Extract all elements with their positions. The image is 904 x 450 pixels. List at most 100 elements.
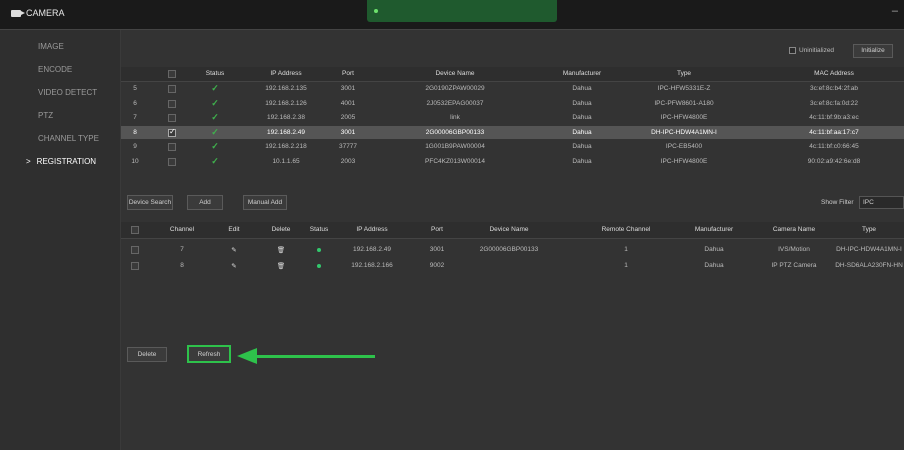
cell-mac: 3c:ef:8c:fa:0d:22 xyxy=(809,99,859,107)
col-status: Status xyxy=(309,226,329,233)
notification-toast xyxy=(367,0,557,22)
cell-ip: 192.168.2.49 xyxy=(353,246,391,253)
device-toolbar: Device Search Add Manual Add Show Filter… xyxy=(121,193,904,215)
cell-ip: 192.168.2.49 xyxy=(267,128,305,136)
cell-manufacturer: Dahua xyxy=(572,114,592,121)
device-search-button[interactable]: Device Search xyxy=(127,195,173,210)
table-row[interactable]: 7 ✓ 192.168.2.38 2005 link Dahua IPC-HFW4800E 4… xyxy=(121,111,904,125)
cell-manufacturer: Dahua xyxy=(704,246,724,253)
table-row[interactable]: 5 ✓ 192.168.2.135 3001 2G0190ZPAW00029 Dahua I… xyxy=(121,82,904,96)
table-row[interactable]: 8 ✓ 192.168.2.49 3001 2G00006GBP00133 Dahua DH… xyxy=(121,125,904,139)
row-checkbox[interactable] xyxy=(131,262,139,270)
cell-ip: 192.168.2.218 xyxy=(265,143,307,150)
select-all-checkbox[interactable] xyxy=(168,70,176,78)
row-number: 9 xyxy=(133,143,137,150)
row-number: 6 xyxy=(133,99,137,107)
col-delete: Delete xyxy=(271,226,291,233)
cell-ip: 10.1.1.65 xyxy=(272,157,300,165)
cell-remote-channel: 1 xyxy=(624,246,628,253)
cell-camera-name: IVS/Motion xyxy=(778,246,810,253)
cell-manufacturer: Dahua xyxy=(572,99,592,107)
status-dot-icon xyxy=(317,248,321,252)
table-row[interactable]: 10 ✓ 10.1.1.65 2003 PFC4KZ013W00014 Dahua IPC-… xyxy=(121,155,904,169)
col-manufacturer: Manufacturer xyxy=(562,70,602,77)
sidebar-item-channel-type[interactable]: CHANNEL TYPE xyxy=(0,127,120,150)
refresh-button[interactable]: Refresh xyxy=(187,345,231,363)
row-checkbox[interactable] xyxy=(168,143,176,151)
cell-type: IPC-EB5400 xyxy=(665,143,703,150)
cell-device-name: 1G001B9PAW00004 xyxy=(425,143,485,150)
col-status: Status xyxy=(205,70,225,77)
delete-button[interactable]: Delete xyxy=(127,347,167,362)
table-row[interactable]: 9 ✓ 192.168.2.218 37777 1G001B9PAW00004 Dahua… xyxy=(121,140,904,154)
status-check-icon: ✓ xyxy=(211,83,219,93)
table-row[interactable]: 6 ✓ 192.168.2.126 4001 2J0532EPAG00037 Dahua I… xyxy=(121,97,904,111)
initialize-button[interactable]: Initialize xyxy=(853,44,893,58)
sidebar-item-encode[interactable]: ENCODE xyxy=(0,58,120,81)
top-bar: CAMERA – xyxy=(0,0,904,30)
cell-manufacturer: Dahua xyxy=(704,262,724,269)
status-check-icon: ✓ xyxy=(211,97,219,108)
row-number: 7 xyxy=(133,114,137,121)
col-ip: IP Address xyxy=(356,226,388,233)
col-port: Port xyxy=(431,226,443,233)
status-check-icon: ✓ xyxy=(211,126,219,137)
cell-port: 3001 xyxy=(340,128,356,136)
cell-manufacturer: Dahua xyxy=(572,143,592,150)
pencil-icon[interactable]: ✎ xyxy=(231,262,236,270)
bottom-bar: Delete Refresh xyxy=(121,336,904,450)
add-button[interactable]: Add xyxy=(187,195,223,210)
cell-manufacturer: Dahua xyxy=(572,85,592,92)
main-panel: Uninitialized Initialize Status IP Addre… xyxy=(121,30,904,450)
added-device-table: Channel Edit Delete Status IP Address Po… xyxy=(121,222,904,336)
col-ip: IP Address xyxy=(270,70,302,77)
sidebar-item-video-detect[interactable]: VIDEO DETECT xyxy=(0,81,120,104)
cell-mac: 4c:11:bf:c0:66:45 xyxy=(809,143,859,150)
cell-device-name: 2J0532EPAG00037 xyxy=(426,99,484,107)
col-type: Type xyxy=(676,70,692,77)
app-title-label: CAMERA xyxy=(26,8,65,18)
cell-device-name: 2G0190ZPAW00029 xyxy=(425,85,485,92)
cell-port: 3001 xyxy=(429,246,445,253)
manual-add-button[interactable]: Manual Add xyxy=(243,195,287,210)
row-number: 5 xyxy=(133,85,137,92)
cell-ip: 192.168.2.38 xyxy=(267,114,305,121)
row-checkbox[interactable] xyxy=(168,157,176,166)
cell-mac: 4c:11:bf:9b:a3:ec xyxy=(809,114,859,121)
uninitialized-filter[interactable]: Uninitialized xyxy=(789,47,834,54)
cell-device-name: PFC4KZ013W00014 xyxy=(425,157,485,165)
trash-icon[interactable]: 🗑 xyxy=(277,246,285,254)
row-checkbox[interactable] xyxy=(168,114,176,122)
col-edit: Edit xyxy=(228,226,240,233)
cell-ip: 192.168.2.126 xyxy=(265,99,307,107)
table-row[interactable]: 8 ✎ 🗑 192.168.2.166 9002 1 Dahua IP PTZ Camera D… xyxy=(121,258,904,273)
cell-type: IPC-HFW5331E-Z xyxy=(657,85,711,92)
cell-port: 4001 xyxy=(340,99,356,107)
row-checkbox[interactable] xyxy=(168,99,176,108)
sidebar-item-ptz[interactable]: PTZ xyxy=(0,104,120,127)
col-manufacturer: Manufacturer xyxy=(694,226,734,233)
sidebar: IMAGE ENCODE VIDEO DETECT PTZ CHANNEL TY… xyxy=(0,30,121,450)
col-device-name: Device Name xyxy=(435,70,475,77)
row-checkbox[interactable] xyxy=(168,85,176,93)
show-filter-select[interactable]: IPC xyxy=(859,196,904,209)
cell-ip: 192.168.2.135 xyxy=(265,85,307,92)
uninitialized-checkbox[interactable] xyxy=(789,47,796,54)
cell-device-name: 2G00006GBP00133 xyxy=(479,246,539,253)
cell-manufacturer: Dahua xyxy=(572,157,592,165)
select-all-checkbox[interactable] xyxy=(131,226,139,234)
cell-manufacturer: Dahua xyxy=(572,128,592,136)
init-row: Uninitialized Initialize xyxy=(121,42,904,64)
table-row[interactable]: 7 ✎ 🗑 192.168.2.49 3001 2G00006GBP00133 1 Dahua… xyxy=(121,242,904,257)
sidebar-item-image[interactable]: IMAGE xyxy=(0,35,120,58)
row-checkbox[interactable] xyxy=(131,246,139,254)
cell-type: IPC-PFW8601-A180 xyxy=(654,99,714,107)
pencil-icon[interactable]: ✎ xyxy=(231,246,236,254)
sidebar-item-registration[interactable]: > REGISTRATION xyxy=(0,150,120,173)
row-checkbox[interactable] xyxy=(168,127,176,137)
minimize-icon[interactable]: – xyxy=(892,5,898,17)
cell-mac: 4c:11:bf:aa:17:c7 xyxy=(809,128,859,136)
arrow-shaft xyxy=(255,355,375,358)
trash-icon[interactable]: 🗑 xyxy=(277,262,285,270)
cell-ip: 192.168.2.166 xyxy=(351,262,393,269)
